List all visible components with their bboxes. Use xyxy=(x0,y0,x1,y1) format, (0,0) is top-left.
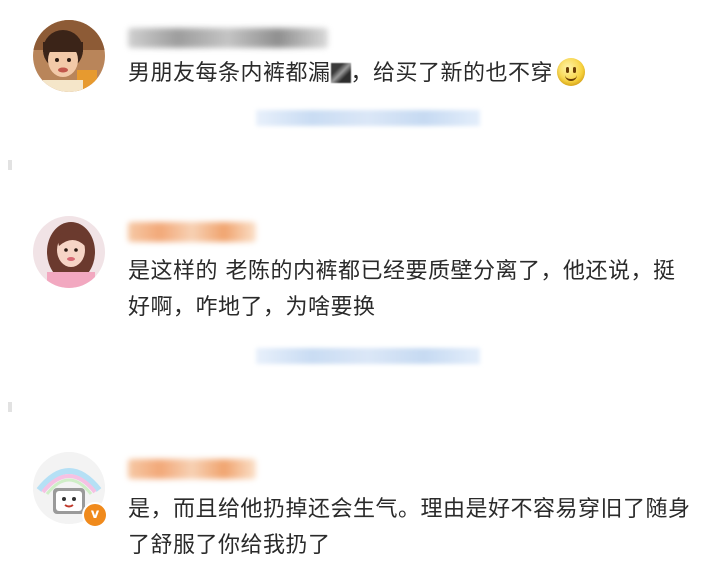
verified-badge-icon: v xyxy=(82,502,108,528)
reply-link-blurred[interactable] xyxy=(256,348,480,364)
reply-link-blurred[interactable] xyxy=(256,110,480,126)
avatar-girl-photo xyxy=(33,20,105,92)
divider-mark xyxy=(8,160,12,170)
comment-text-part1: 男朋友每条内裤都漏 xyxy=(128,61,331,86)
username-blurred[interactable] xyxy=(128,459,256,479)
comment-text: 是，而且给他扔掉还会生气。理由是好不容易穿旧了随身了舒服了你给我扔了 xyxy=(128,497,691,558)
comment-text: 男朋友每条内裤都漏 ，给买了新的也不穿 xyxy=(128,56,703,92)
mosaic-block xyxy=(330,63,351,83)
username-blurred[interactable] xyxy=(128,28,328,48)
divider-mark xyxy=(8,402,12,412)
avatar-woman-photo xyxy=(33,216,105,288)
smile-emoji-icon xyxy=(557,58,586,86)
comment-text-part2: ，给买了新的也不穿 xyxy=(350,61,554,86)
comment-text: 是这样的 老陈的内裤都已经要质壁分离了，他还说，挺好啊，咋地了，为啥要换 xyxy=(128,259,676,320)
avatar[interactable] xyxy=(33,216,105,288)
avatar[interactable] xyxy=(33,20,105,92)
username-blurred[interactable] xyxy=(128,222,256,242)
